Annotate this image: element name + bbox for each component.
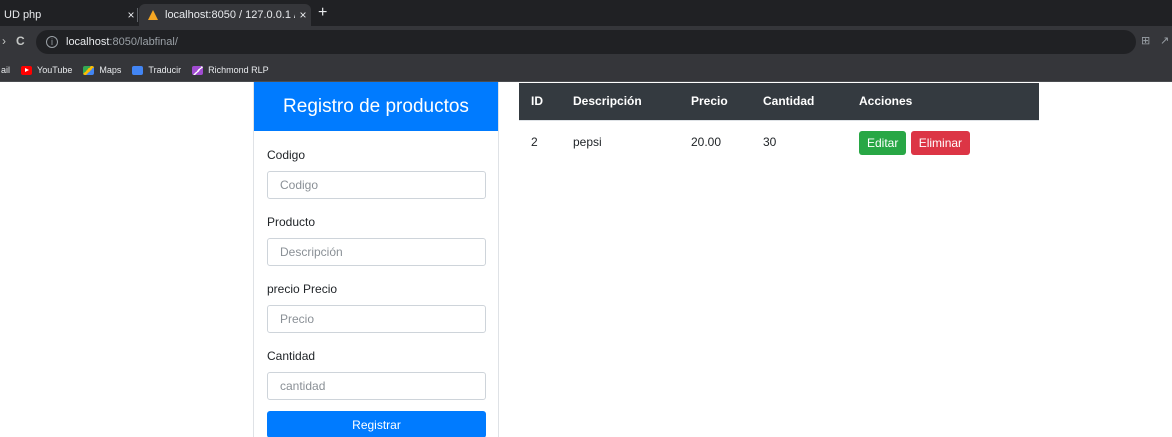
cantidad-label: Cantidad (267, 349, 316, 363)
cell-descripcion: pepsi (561, 119, 679, 166)
header-precio: Precio (679, 83, 751, 120)
translate-page-icon[interactable]: ⊞ (1141, 34, 1150, 47)
precio-input[interactable] (267, 305, 486, 333)
phpmyadmin-icon (147, 9, 159, 21)
tab-divider (137, 8, 138, 22)
products-table: ID Descripción Precio Cantidad Acciones … (519, 83, 1039, 166)
youtube-icon (21, 65, 33, 75)
form-body: Codigo Producto precio Precio Cantidad R… (254, 148, 498, 437)
new-tab-icon[interactable]: + (318, 4, 327, 22)
table-row: 2 pepsi 20.00 30 Editar Eliminar (519, 119, 1039, 166)
tab-crud-php[interactable]: UD php × (0, 4, 139, 26)
bookmark-maps[interactable]: Maps (83, 65, 121, 75)
cell-precio: 20.00 (679, 119, 751, 166)
cell-id: 2 (519, 119, 561, 166)
url-host: localhost (66, 36, 110, 48)
bookmark-youtube[interactable]: YouTube (21, 65, 72, 75)
bookmark-gmail[interactable]: ail (1, 65, 10, 75)
info-icon[interactable]: i (46, 36, 58, 48)
bookmark-label: Maps (99, 65, 122, 75)
bookmark-label: YouTube (37, 65, 73, 75)
share-icon[interactable]: ↗ (1160, 34, 1169, 47)
browser-toolbar: › C i localhost:8050/labfinal/ ⊞ ↗ (0, 26, 1172, 59)
close-icon[interactable]: × (295, 8, 311, 22)
form-title: Registro de productos (254, 82, 498, 131)
forward-icon[interactable]: › (2, 34, 6, 48)
header-acciones: Acciones (847, 83, 1039, 120)
descripcion-input[interactable] (267, 238, 486, 266)
header-cantidad: Cantidad (751, 83, 847, 120)
translate-icon (132, 65, 144, 75)
delete-button[interactable]: Eliminar (910, 130, 971, 155)
edit-button[interactable]: Editar (859, 130, 907, 155)
codigo-input[interactable] (267, 171, 486, 199)
codigo-label: Codigo (267, 148, 306, 162)
header-descripcion: Descripción (561, 83, 679, 120)
bookmarks-bar: ail YouTube Maps Traducir Richmond RLP (0, 59, 1172, 82)
richmond-icon (192, 65, 204, 75)
precio-label: precio Precio (267, 282, 338, 296)
bookmark-label: Traducir (148, 65, 182, 75)
tab-title: localhost:8050 / 127.0.0.1 / crud (165, 9, 295, 21)
header-id: ID (519, 83, 561, 120)
tab-phpmyadmin[interactable]: localhost:8050 / 127.0.0.1 / crud × (139, 4, 311, 26)
bookmark-label: Richmond RLP (208, 65, 269, 75)
browser-tab-strip: UD php × localhost:8050 / 127.0.0.1 / cr… (0, 0, 1172, 26)
reload-icon[interactable]: C (16, 34, 25, 48)
product-form-card: Registro de productos Codigo Producto pr… (253, 82, 499, 437)
bookmark-label: ail (1, 65, 11, 75)
cantidad-input[interactable] (267, 372, 486, 400)
maps-icon (83, 65, 95, 75)
producto-label: Producto (267, 215, 316, 229)
registrar-button[interactable]: Registrar (267, 411, 486, 437)
bookmark-traducir[interactable]: Traducir (132, 65, 181, 75)
address-bar[interactable]: i localhost:8050/labfinal/ (36, 30, 1136, 54)
tab-title: UD php (4, 9, 42, 21)
cell-cantidad: 30 (751, 119, 847, 166)
products-table-container: ID Descripción Precio Cantidad Acciones … (519, 83, 1039, 166)
page-content: Registro de productos Codigo Producto pr… (0, 82, 1172, 437)
table-header-row: ID Descripción Precio Cantidad Acciones (519, 83, 1039, 120)
bookmark-richmond[interactable]: Richmond RLP (192, 65, 269, 75)
url-path: :8050/labfinal/ (109, 36, 178, 48)
cell-acciones: Editar Eliminar (847, 119, 1039, 166)
